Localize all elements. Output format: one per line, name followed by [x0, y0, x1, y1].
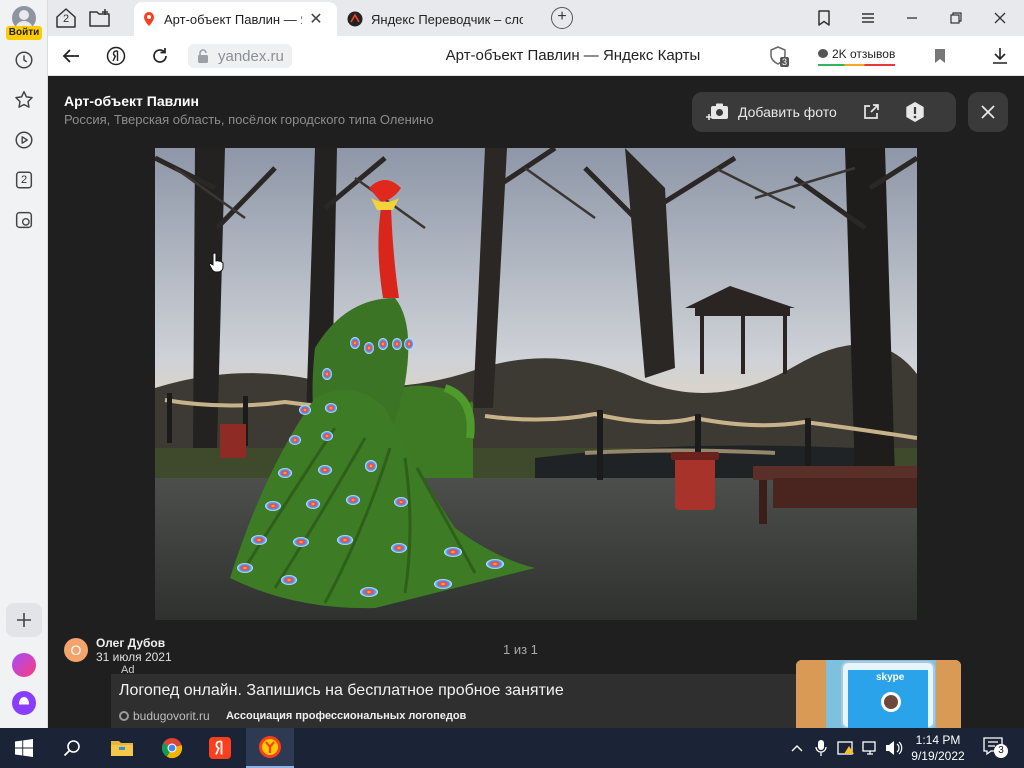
tabs-count-label: 2 [20, 174, 28, 186]
place-title: Арт-объект Павлин [64, 93, 199, 109]
login-badge: Войти [6, 26, 42, 40]
share-external-icon[interactable] [849, 92, 893, 132]
photo-counter: 1 из 1 [503, 642, 538, 657]
bookmarks-star-icon[interactable] [10, 86, 38, 114]
close-icon [981, 105, 995, 119]
browser-sidebar: Войти 2 [0, 0, 48, 728]
protect-shield-icon[interactable]: 3 [766, 44, 792, 68]
ad-image[interactable]: skype [796, 660, 961, 728]
clock-date: 9/19/2022 [911, 749, 965, 763]
yandex-browser-icon[interactable] [246, 728, 294, 768]
minimize-icon[interactable] [899, 6, 925, 30]
sidebar-add-button[interactable] [6, 603, 42, 637]
plus-icon [17, 613, 31, 627]
new-tab-button[interactable]: + [551, 7, 573, 29]
ad-domain-text: budugovorit.ru [133, 709, 210, 723]
back-arrow-icon[interactable] [58, 44, 84, 68]
volume-icon[interactable] [885, 738, 903, 758]
search-icon[interactable] [48, 728, 96, 768]
screenshot-camera-icon[interactable] [10, 206, 38, 234]
media-play-icon[interactable] [10, 126, 38, 154]
history-icon[interactable] [10, 46, 38, 74]
file-explorer-icon[interactable] [98, 728, 146, 768]
network-icon[interactable] [862, 738, 880, 758]
reload-icon[interactable] [147, 44, 173, 68]
reviews-label: 2K отзывов [832, 46, 896, 61]
tab-yandex-maps[interactable]: Арт-объект Павлин — Яндекс Карты ✕ [134, 2, 337, 36]
bookmark-flag-icon[interactable] [927, 44, 953, 68]
profile-button[interactable]: Войти [4, 4, 44, 40]
tabs-count-icon[interactable]: 2 [10, 166, 38, 194]
tab-yandex-translate[interactable]: Яндекс Переводчик – словарь и онлайн пер… [339, 2, 542, 36]
tab-close-button[interactable]: ✕ [308, 9, 324, 29]
microphone-icon[interactable] [815, 738, 827, 758]
tab-title: Яндекс Переводчик – словарь и онлайн пер… [371, 11, 523, 27]
map-pin-icon [144, 12, 154, 26]
yandex-messenger-app-icon[interactable] [12, 653, 36, 677]
bookmark-collections-icon[interactable] [811, 6, 837, 30]
home-tabs-badge: 2 [62, 13, 70, 25]
place-address: Россия, Тверская область, посёлок городс… [64, 112, 434, 127]
downloads-icon[interactable] [987, 44, 1013, 68]
windows-start-icon[interactable] [0, 728, 48, 768]
author-avatar: О [64, 638, 88, 662]
main-photo[interactable] [155, 148, 917, 620]
hand-cursor-icon [208, 252, 224, 273]
yandex-app-icon[interactable] [196, 728, 244, 768]
security-warning-icon[interactable] [837, 738, 855, 758]
globe-icon [119, 711, 129, 721]
ad-label: Ad [121, 664, 135, 676]
notifications-icon[interactable]: 3 [983, 736, 1008, 758]
add-photo-camera-icon [706, 103, 728, 120]
viewer-toolbar: Добавить фото [692, 92, 956, 132]
report-alert-icon[interactable] [893, 92, 937, 132]
photo-date: 31 июля 2021 [96, 650, 172, 664]
page-title: Арт-объект Павлин — Яндекс Карты [445, 47, 701, 64]
shield-badge: 3 [780, 57, 790, 67]
tab-strip: 2 Арт-объект Павлин — Яндекс Карты ✕ Янд… [48, 0, 1024, 36]
ad-organization: Ассоциация профессиональных логопедов [226, 710, 467, 722]
add-photo-button[interactable]: Добавить фото [692, 92, 849, 132]
add-photo-label: Добавить фото [738, 104, 837, 120]
new-folder-icon[interactable] [86, 5, 114, 31]
ad-banner[interactable]: Ad Логопед онлайн. Запишись на бесплатно… [111, 664, 797, 728]
lock-icon [198, 49, 208, 63]
speech-bubble-icon [818, 49, 828, 58]
ad-domain-link[interactable]: budugovorit.ru [119, 709, 210, 723]
close-window-icon[interactable] [987, 6, 1013, 30]
url-field[interactable]: yandex.ru [188, 44, 292, 68]
alice-assistant-icon[interactable] [12, 691, 36, 715]
home-tabs-icon[interactable]: 2 [52, 5, 80, 31]
windows-taskbar: 1:14 PM 9/19/2022 3 [0, 728, 1024, 768]
address-bar: yandex.ru Арт-объект Павлин — Яндекс Кар… [48, 36, 1024, 76]
translate-icon [347, 11, 363, 27]
chrome-icon[interactable] [148, 728, 196, 768]
author-name: Олег Дубов [96, 636, 166, 650]
yandex-logo-icon[interactable] [103, 44, 129, 68]
reviews-button[interactable]: 2K отзывов [818, 44, 896, 66]
tab-title: Арт-объект Павлин — Яндекс Карты [164, 11, 302, 27]
url-text: yandex.ru [218, 47, 284, 65]
clock-time: 1:14 PM [915, 733, 961, 747]
close-viewer-button[interactable] [968, 92, 1008, 132]
taskbar-clock[interactable]: 1:14 PM 9/19/2022 [910, 732, 966, 764]
tray-chevron-up-icon[interactable] [790, 738, 804, 758]
photo-viewer: Арт-объект Павлин Россия, Тверская облас… [48, 76, 1024, 728]
ad-headline[interactable]: Логопед онлайн. Запишись на бесплатное п… [119, 682, 564, 700]
photo-author[interactable]: О Олег Дубов 31 июля 2021 [64, 636, 172, 664]
ad-image-skype-text: skype [876, 672, 905, 683]
menu-icon[interactable] [855, 6, 881, 30]
restore-icon[interactable] [943, 6, 969, 30]
notifications-badge: 3 [994, 744, 1008, 758]
